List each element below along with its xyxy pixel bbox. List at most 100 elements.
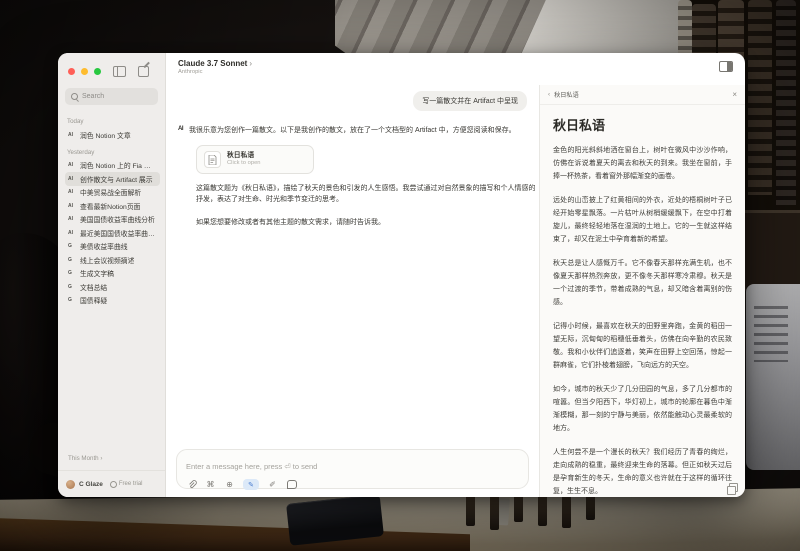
- message-composer[interactable]: [176, 449, 529, 489]
- sidebar-item-label: 创作散文与 Artifact 展示: [80, 174, 153, 184]
- assistant-paragraph: 如果您想要修改或者有其他主题的散文需求，请随时告诉我。: [196, 217, 536, 228]
- anthropic-icon: AI: [68, 132, 76, 138]
- user-message-bubble: 写一篇散文并在 Artifact 中呈现: [413, 91, 527, 111]
- attachment-icon[interactable]: [186, 479, 197, 490]
- g-icon: G: [68, 270, 76, 276]
- close-icon[interactable]: ×: [732, 91, 737, 99]
- artifact-paragraph: 秋天总是让人感慨万千。它不像春天那样充满生机，也不像夏天那样热烈奔放，更不像冬天…: [553, 257, 732, 309]
- sidebar-item-label: 查看最新Notion页面: [80, 201, 140, 211]
- chat-header: Claude 3.7 Sonnet› Anthropic: [166, 53, 745, 85]
- sidebar-item[interactable]: G 线上会议视频摘述: [65, 253, 160, 267]
- artifact-breadcrumb[interactable]: 秋日私语: [554, 90, 579, 99]
- trial-icon: [110, 481, 117, 488]
- g-icon: G: [68, 243, 76, 249]
- sidebar-item[interactable]: AI 润色 Notion 文章: [65, 128, 160, 142]
- sidebar-item[interactable]: G 国债释疑: [65, 294, 160, 308]
- avatar: [66, 480, 75, 489]
- document-icon: [204, 151, 221, 168]
- account-name: C Glaze: [79, 481, 103, 488]
- sidebar-item[interactable]: AI 查看最新Notion页面: [65, 199, 160, 213]
- anthropic-logo-icon: AI: [178, 126, 183, 132]
- artifact-card-subtitle: Click to open: [227, 160, 261, 168]
- spice-bottles: [466, 492, 595, 530]
- search-input[interactable]: Search: [65, 88, 158, 105]
- sidebar-item-label: 线上会议视频摘述: [80, 255, 134, 265]
- new-chat-icon[interactable]: [138, 66, 149, 77]
- sidebar-section-label: Today: [67, 118, 160, 125]
- trial-badge-label: Free trial: [119, 481, 143, 487]
- model-selector[interactable]: Claude 3.7 Sonnet›: [178, 59, 252, 68]
- this-month-toggle[interactable]: This Month ›: [68, 455, 165, 462]
- composer-toolbar: [186, 479, 519, 490]
- artifact-paragraph: 记得小时候，最喜欢在秋天的田野里奔跑，金黄的稻田一望无际，沉甸甸的稻穗低垂着头，…: [553, 320, 732, 372]
- anthropic-icon: AI: [68, 216, 76, 222]
- sidebar-item-label: 美债收益率曲线: [80, 241, 128, 251]
- chevron-right-icon: ›: [249, 59, 252, 68]
- sidebar-item-label: 国债释疑: [80, 295, 107, 305]
- sidebar-item-label: 中美贸易战全面解析: [80, 187, 141, 197]
- chat-area: 写一篇散文并在 Artifact 中呈现 AI 我很乐意为您创作一篇散文。以下是…: [166, 85, 539, 497]
- model-title: Claude 3.7 Sonnet: [178, 59, 247, 68]
- g-icon: G: [68, 284, 76, 290]
- anthropic-icon: AI: [68, 203, 76, 209]
- sidebar-toggle-icon[interactable]: [113, 66, 126, 77]
- artifact-content[interactable]: 秋日私语 金色的阳光斜斜地洒在窗台上，树叶在微风中沙沙作响，仿佛在诉说着夏天的离…: [540, 105, 745, 497]
- sidebar-item[interactable]: AI 润色 Notion 上的 Fia 文章: [65, 159, 160, 173]
- sidebar-item[interactable]: AI 中美贸易战全面解析: [65, 186, 160, 200]
- artifact-panel: ‹ 秋日私语 × 秋日私语 金色的阳光斜斜地洒在窗台上，树叶在微风中沙沙作响，仿…: [539, 85, 745, 497]
- minimize-window-button[interactable]: [81, 68, 88, 75]
- message-input[interactable]: [186, 462, 519, 471]
- anthropic-icon: AI: [68, 230, 76, 236]
- sidebar-item-label: 生成文字稿: [80, 268, 114, 278]
- sidebar-item-label: 润色 Notion 上的 Fia 文章: [80, 160, 157, 170]
- anthropic-icon: AI: [68, 176, 76, 182]
- sidebar-section-label: Yesterday: [67, 149, 160, 156]
- g-icon: G: [68, 297, 76, 303]
- assistant-intro-text: 我很乐意为您创作一篇散文。以下是我创作的散文，放在了一个文档型的 Artifac…: [189, 125, 516, 136]
- sidebar-item-label: 最近美国国债收益率曲线检...: [80, 228, 157, 238]
- window-controls: [58, 53, 165, 79]
- chevron-left-icon[interactable]: ‹: [548, 91, 550, 98]
- sidebar-item-label: 美国国债收益率曲线分析: [80, 214, 155, 224]
- artifact-paragraph: 远处的山峦披上了红黄相间的外衣，近处的梧桐树叶子已经开始零星飘落。一片枯叶从树梢…: [553, 194, 732, 246]
- g-icon: G: [68, 257, 76, 263]
- artifact-paragraph: 人生何尝不是一个漫长的秋天？我们经历了青春的绚烂，走向成熟的稳重，最终迎来生命的…: [553, 446, 732, 497]
- artifact-card[interactable]: 秋日私语 Click to open: [196, 145, 314, 174]
- sidebar-item-label: 润色 Notion 文章: [80, 130, 131, 140]
- claude-app-window: Search Today AI 润色 Notion 文章 Yesterday AI 润色 …: [58, 53, 745, 497]
- artifact-panel-header: ‹ 秋日私语 ×: [540, 85, 745, 105]
- style-pen-icon[interactable]: [267, 479, 278, 490]
- artifact-body: 金色的阳光斜斜地洒在窗台上，树叶在微风中沙沙作响，仿佛在诉说着夏天的离去和秋天的…: [553, 144, 732, 497]
- sidebar-item[interactable]: G 生成文字稿: [65, 267, 160, 281]
- zoom-window-button[interactable]: [94, 68, 101, 75]
- account-row[interactable]: C Glaze Free trial: [58, 470, 165, 497]
- artifact-title: 秋日私语: [553, 115, 732, 134]
- anthropic-icon: AI: [68, 189, 76, 195]
- command-icon[interactable]: [205, 479, 216, 490]
- close-window-button[interactable]: [68, 68, 75, 75]
- white-machine: [746, 284, 800, 470]
- artifact-paragraph: 如今，城市的秋天少了几分田园的气息，多了几分都市的喧嚣。但当夕阳西下，华灯初上，…: [553, 383, 732, 435]
- thought-bubble-icon[interactable]: [286, 479, 297, 490]
- artifact-panel-toggle-icon[interactable]: [719, 61, 733, 72]
- trial-badge: Free trial: [110, 481, 143, 488]
- globe-icon[interactable]: [224, 479, 235, 490]
- copy-icon[interactable]: [729, 483, 738, 492]
- artifact-paragraph: 金色的阳光斜斜地洒在窗台上，树叶在微风中沙沙作响，仿佛在诉说着夏天的离去和秋天的…: [553, 144, 732, 183]
- model-subtitle: Anthropic: [178, 69, 252, 76]
- search-icon: [71, 93, 78, 100]
- sidebar: Search Today AI 润色 Notion 文章 Yesterday AI 润色 …: [58, 53, 166, 497]
- sidebar-item[interactable]: AI 美国国债收益率曲线分析: [65, 213, 160, 227]
- anthropic-icon: AI: [68, 162, 76, 168]
- sidebar-item-label: 文档总结: [80, 282, 107, 292]
- sidebar-item[interactable]: AI 最近美国国债收益率曲线检...: [65, 226, 160, 240]
- sidebar-sections: Today AI 润色 Notion 文章 Yesterday AI 润色 Notion …: [58, 105, 165, 455]
- sidebar-item[interactable]: G 美债收益率曲线: [65, 240, 160, 254]
- sidebar-item[interactable]: G 文档总结: [65, 280, 160, 294]
- sidebar-item[interactable]: AI 创作散文与 Artifact 展示: [65, 172, 160, 186]
- search-placeholder: Search: [82, 93, 104, 100]
- artifacts-pen-icon[interactable]: [243, 479, 259, 490]
- main-column: Claude 3.7 Sonnet› Anthropic 写一篇散文并在 Art…: [166, 53, 745, 497]
- assistant-message: AI 我很乐意为您创作一篇散文。以下是我创作的散文，放在了一个文档型的 Arti…: [178, 125, 530, 136]
- body-row: 写一篇散文并在 Artifact 中呈现 AI 我很乐意为您创作一篇散文。以下是…: [166, 85, 745, 497]
